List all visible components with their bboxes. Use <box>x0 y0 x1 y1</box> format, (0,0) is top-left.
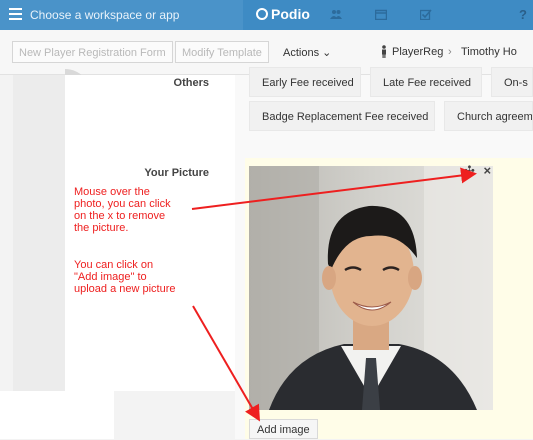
remove-photo-annotation: Mouse over the photo, you can click on t… <box>74 186 171 234</box>
breadcrumb-app[interactable]: PlayerReg <box>392 46 443 58</box>
podio-logo-icon <box>256 8 268 20</box>
item-list-pane <box>13 69 91 391</box>
tasks-icon[interactable] <box>420 9 432 20</box>
podio-logo[interactable]: Podio <box>256 6 310 22</box>
person-icon <box>382 45 386 58</box>
remove-photo-icon[interactable]: × <box>484 163 492 178</box>
add-image-annotation: You can click on "Add image" to upload a… <box>74 259 176 295</box>
workspace-selector[interactable]: Choose a workspace or app <box>0 0 243 30</box>
contacts-icon[interactable] <box>330 9 342 20</box>
annotation-line: on the x to remove <box>74 210 166 222</box>
picture-field-label: Your Picture <box>144 167 209 179</box>
top-bar: Choose a workspace or app Podio ? <box>0 0 533 30</box>
workspace-label: Choose a workspace or app <box>30 8 180 22</box>
others-option-chip[interactable]: Church agreem <box>444 101 533 131</box>
annotation-line: upload a new picture <box>74 283 176 295</box>
breadcrumb-item: Timothy Ho <box>461 46 517 58</box>
annotation-line: Mouse over the <box>74 186 150 198</box>
add-image-button[interactable]: Add image <box>249 419 318 439</box>
annotation-line: "Add image" to <box>74 271 147 283</box>
actions-menu[interactable]: Actions ⌄ <box>283 46 331 59</box>
others-field-label: Others <box>173 77 209 89</box>
profile-photo[interactable] <box>249 166 493 410</box>
move-icon[interactable]: ✣ <box>464 163 475 178</box>
annotation-line: You can click on <box>74 259 154 271</box>
menu-icon[interactable] <box>9 8 22 20</box>
photo-image <box>249 166 493 410</box>
new-registration-button[interactable]: New Player Registration Form <box>12 41 173 63</box>
help-icon[interactable]: ? <box>519 7 527 22</box>
annotation-line: the picture. <box>74 222 129 234</box>
others-option-chip[interactable]: Badge Replacement Fee received <box>249 101 435 131</box>
brand-name: Podio <box>271 6 310 22</box>
others-option-chip[interactable]: On-s <box>491 67 533 97</box>
breadcrumb-separator: › <box>448 46 452 58</box>
annotation-line: photo, you can click <box>74 198 171 210</box>
others-option-chip[interactable]: Late Fee received <box>370 67 482 97</box>
footer-blank <box>0 391 114 439</box>
photo-tools: ✣ × <box>464 163 491 179</box>
others-option-chip[interactable]: Early Fee received <box>249 67 361 97</box>
modify-template-button[interactable]: Modify Template <box>175 41 269 63</box>
calendar-icon[interactable] <box>375 9 387 20</box>
